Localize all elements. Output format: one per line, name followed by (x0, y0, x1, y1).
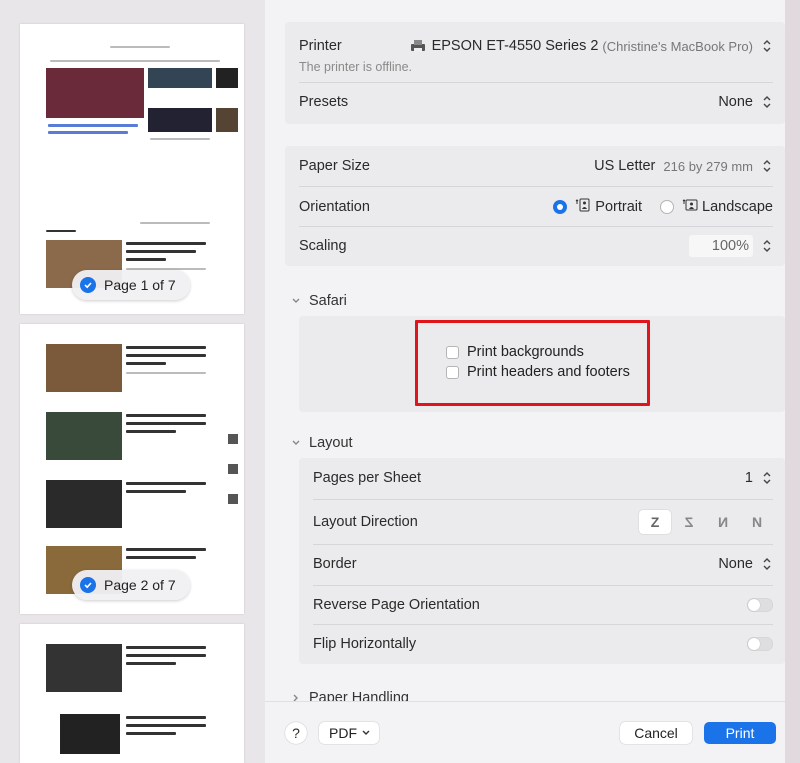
scaling-stepper-icon[interactable] (761, 237, 773, 255)
page-indicator-label: Page 2 of 7 (104, 577, 176, 593)
printer-group: Printer EPSON ET-4550 Series 2 (Christin… (285, 22, 785, 124)
flip-horizontally-row: Flip Horizontally (299, 624, 785, 664)
dialog-footer: ? PDF Cancel Print (265, 701, 785, 763)
layout-direction-row: Layout Direction Z Z N N (299, 502, 785, 542)
border-row[interactable]: Border None (299, 544, 785, 584)
chevron-down-icon (362, 730, 370, 735)
border-label: Border (313, 556, 357, 572)
paper-size-select[interactable]: US Letter 216 by 279 mm (594, 157, 773, 175)
paper-size-dims: 216 by 279 mm (663, 158, 753, 174)
pages-per-sheet-value: 1 (744, 470, 753, 486)
layout-section-title: Layout (309, 435, 353, 451)
page-indicator-2: Page 2 of 7 (72, 570, 190, 600)
reverse-orientation-toggle[interactable] (747, 598, 773, 612)
pages-per-sheet-select[interactable]: 1 (745, 469, 773, 487)
printer-select[interactable]: EPSON ET-4550 Series 2 (Christine's MacB… (410, 37, 773, 55)
direction-n-button[interactable]: N (707, 510, 739, 534)
highlight-annotation-box (415, 320, 650, 406)
layout-direction-label: Layout Direction (313, 514, 418, 530)
printer-icon (410, 40, 426, 52)
landscape-label[interactable]: Landscape (702, 199, 773, 215)
pages-per-sheet-label: Pages per Sheet (313, 470, 422, 486)
reverse-orientation-label: Reverse Page Orientation (313, 597, 480, 613)
border-value: None (718, 556, 753, 572)
presets-select[interactable]: None (718, 93, 773, 111)
portrait-label[interactable]: Portrait (595, 199, 642, 215)
paper-group: Paper Size US Letter 216 by 279 mm Orien… (285, 146, 785, 266)
scaling-row: Scaling 100% (285, 226, 785, 266)
pages-per-sheet-row[interactable]: Pages per Sheet 1 (299, 458, 785, 498)
flip-horizontally-toggle[interactable] (747, 637, 773, 651)
safari-section-header[interactable]: Safari (291, 293, 347, 309)
direction-z-button[interactable]: Z (639, 510, 671, 534)
checkmark-icon (80, 577, 96, 593)
orientation-row: Orientation Portrait Landscape (285, 187, 785, 227)
updown-chevron-icon (761, 93, 773, 111)
updown-chevron-icon (761, 37, 773, 55)
page-indicator-1: Page 1 of 7 (72, 270, 190, 300)
printer-value: EPSON ET-4550 Series 2 (431, 38, 599, 54)
landscape-icon (682, 198, 698, 216)
paper-size-value: US Letter (594, 158, 656, 174)
paper-size-label: Paper Size (299, 158, 370, 174)
chevron-down-icon (292, 440, 300, 445)
updown-chevron-icon (761, 469, 773, 487)
print-button[interactable]: Print (704, 722, 776, 744)
presets-row[interactable]: Presets None (285, 82, 785, 122)
presets-label: Presets (299, 94, 349, 110)
page-thumbnail-3[interactable] (20, 624, 244, 763)
layout-group: Pages per Sheet 1 Layout Direction Z Z N… (299, 458, 785, 664)
safari-section-title: Safari (309, 293, 347, 309)
preview-column: Page 1 of 7 Page 2 of 7 (0, 0, 265, 763)
presets-value: None (718, 94, 753, 110)
scaling-label: Scaling (299, 238, 347, 254)
cancel-button[interactable]: Cancel (620, 722, 692, 744)
orientation-label: Orientation (299, 199, 370, 215)
checkmark-icon (80, 277, 96, 293)
updown-chevron-icon (761, 157, 773, 175)
portrait-radio[interactable] (553, 200, 568, 214)
paper-size-row[interactable]: Paper Size US Letter 216 by 279 mm (285, 146, 785, 186)
direction-z-reverse-button[interactable]: Z (673, 510, 705, 534)
scaling-input[interactable]: 100% (689, 235, 753, 257)
border-select[interactable]: None (718, 555, 773, 573)
pdf-menu-button[interactable]: PDF (319, 722, 379, 744)
reverse-orientation-row: Reverse Page Orientation (299, 585, 785, 625)
chevron-down-icon (292, 298, 300, 303)
printer-label: Printer (299, 38, 342, 54)
landscape-radio[interactable] (660, 200, 675, 214)
printer-owner: (Christine's MacBook Pro) (602, 38, 753, 54)
portrait-icon (575, 198, 591, 216)
direction-n-reverse-button[interactable]: N (741, 510, 773, 534)
pdf-label: PDF (329, 725, 357, 741)
window-edge (785, 0, 800, 763)
help-button[interactable]: ? (285, 722, 307, 744)
printer-status: The printer is offline. (299, 60, 413, 74)
flip-horizontally-label: Flip Horizontally (313, 636, 417, 652)
page-indicator-label: Page 1 of 7 (104, 277, 176, 293)
layout-section-header[interactable]: Layout (291, 435, 353, 451)
updown-chevron-icon (761, 555, 773, 573)
layout-direction-selector[interactable]: Z Z N N (639, 510, 773, 534)
